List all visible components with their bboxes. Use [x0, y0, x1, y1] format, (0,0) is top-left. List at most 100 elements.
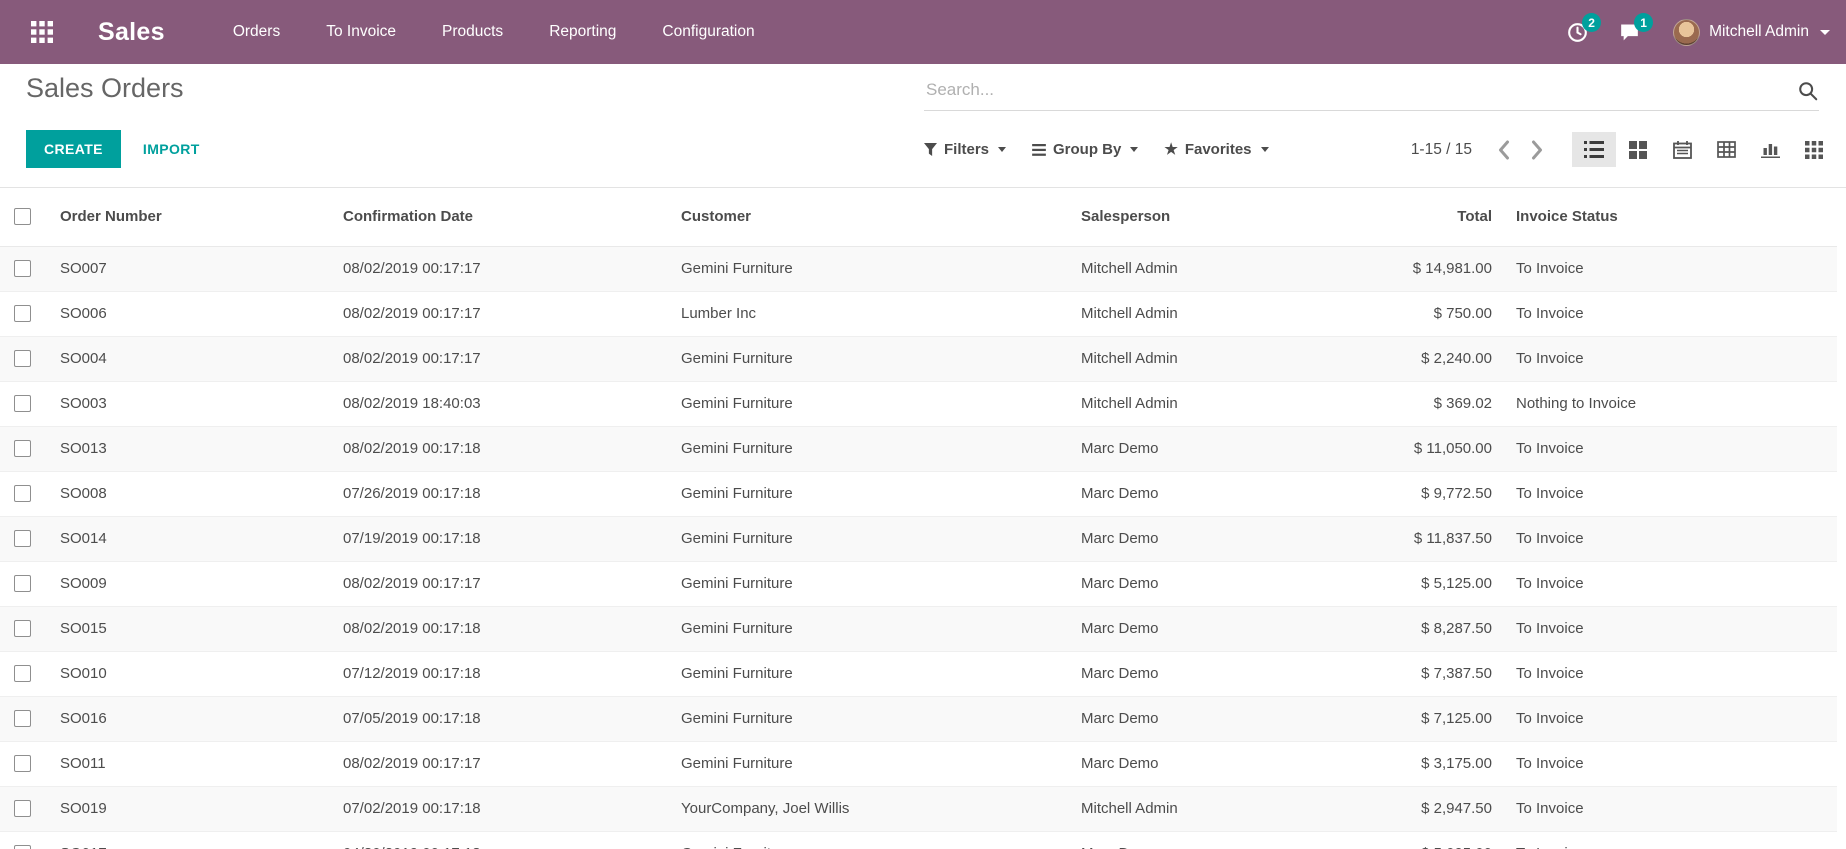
cell-total[interactable]: $ 3,175.00 — [1269, 741, 1504, 786]
cell-invoice-status[interactable]: To Invoice — [1504, 696, 1837, 741]
cell-salesperson[interactable]: Marc Demo — [1069, 831, 1269, 849]
cell-total[interactable]: $ 5,125.00 — [1269, 561, 1504, 606]
cell-total[interactable]: $ 5,095.00 — [1269, 831, 1504, 849]
cell-salesperson[interactable]: Mitchell Admin — [1069, 786, 1269, 831]
cell-customer[interactable]: Gemini Furniture — [669, 831, 1069, 849]
cell-customer[interactable]: Lumber Inc — [669, 291, 1069, 336]
cell-salesperson[interactable]: Marc Demo — [1069, 561, 1269, 606]
activity-view-button[interactable] — [1792, 132, 1836, 167]
cell-confirmation-date[interactable]: 07/02/2019 00:17:18 — [331, 786, 669, 831]
table-row[interactable]: SO00308/02/2019 18:40:03Gemini Furniture… — [0, 381, 1837, 426]
select-all-checkbox[interactable] — [14, 208, 31, 225]
cell-invoice-status[interactable]: To Invoice — [1504, 831, 1837, 849]
favorites-dropdown[interactable]: ★ Favorites — [1164, 141, 1268, 158]
cell-customer[interactable]: Gemini Furniture — [669, 696, 1069, 741]
cell-salesperson[interactable]: Marc Demo — [1069, 696, 1269, 741]
menu-item-orders[interactable]: Orders — [231, 17, 282, 47]
cell-confirmation-date[interactable]: 08/02/2019 00:17:17 — [331, 291, 669, 336]
user-menu[interactable]: Mitchell Admin — [1673, 19, 1830, 46]
table-row[interactable]: SO01907/02/2019 00:17:18YourCompany, Joe… — [0, 786, 1837, 831]
row-checkbox[interactable] — [14, 800, 31, 817]
row-checkbox[interactable] — [14, 350, 31, 367]
cell-invoice-status[interactable]: To Invoice — [1504, 426, 1837, 471]
row-checkbox[interactable] — [14, 845, 31, 849]
messages-button[interactable]: 1 — [1607, 12, 1651, 52]
cell-invoice-status[interactable]: To Invoice — [1504, 606, 1837, 651]
cell-invoice-status[interactable]: To Invoice — [1504, 786, 1837, 831]
menu-item-products[interactable]: Products — [440, 17, 505, 47]
group-by-dropdown[interactable]: Group By — [1032, 141, 1138, 158]
cell-total[interactable]: $ 11,050.00 — [1269, 426, 1504, 471]
cell-salesperson[interactable]: Marc Demo — [1069, 516, 1269, 561]
cell-customer[interactable]: Gemini Furniture — [669, 381, 1069, 426]
table-row[interactable]: SO01607/05/2019 00:17:18Gemini Furniture… — [0, 696, 1837, 741]
menu-item-configuration[interactable]: Configuration — [660, 17, 756, 47]
cell-customer[interactable]: Gemini Furniture — [669, 651, 1069, 696]
column-header-invoice-status[interactable]: Invoice Status — [1504, 188, 1837, 246]
filters-dropdown[interactable]: Filters — [924, 141, 1006, 158]
column-header-salesperson[interactable]: Salesperson — [1069, 188, 1269, 246]
cell-total[interactable]: $ 7,125.00 — [1269, 696, 1504, 741]
cell-salesperson[interactable]: Mitchell Admin — [1069, 291, 1269, 336]
column-header-confirmation-date[interactable]: Confirmation Date — [331, 188, 669, 246]
cell-salesperson[interactable]: Marc Demo — [1069, 426, 1269, 471]
table-row[interactable]: SO01007/12/2019 00:17:18Gemini Furniture… — [0, 651, 1837, 696]
cell-invoice-status[interactable]: To Invoice — [1504, 246, 1837, 291]
cell-order-number[interactable]: SO007 — [48, 246, 331, 291]
cell-order-number[interactable]: SO004 — [48, 336, 331, 381]
cell-order-number[interactable]: SO008 — [48, 471, 331, 516]
search-icon[interactable] — [1797, 80, 1819, 107]
cell-total[interactable]: $ 2,240.00 — [1269, 336, 1504, 381]
cell-total[interactable]: $ 369.02 — [1269, 381, 1504, 426]
cell-customer[interactable]: Gemini Furniture — [669, 336, 1069, 381]
search-input[interactable] — [924, 74, 1819, 111]
cell-order-number[interactable]: SO014 — [48, 516, 331, 561]
row-checkbox[interactable] — [14, 485, 31, 502]
cell-salesperson[interactable]: Mitchell Admin — [1069, 381, 1269, 426]
cell-confirmation-date[interactable]: 07/12/2019 00:17:18 — [331, 651, 669, 696]
cell-confirmation-date[interactable]: 08/02/2019 00:17:18 — [331, 426, 669, 471]
row-checkbox[interactable] — [14, 620, 31, 637]
menu-item-reporting[interactable]: Reporting — [547, 17, 618, 47]
row-checkbox[interactable] — [14, 305, 31, 322]
row-checkbox[interactable] — [14, 575, 31, 592]
row-checkbox[interactable] — [14, 530, 31, 547]
cell-total[interactable]: $ 8,287.50 — [1269, 606, 1504, 651]
row-checkbox[interactable] — [14, 395, 31, 412]
cell-invoice-status[interactable]: Nothing to Invoice — [1504, 381, 1837, 426]
cell-order-number[interactable]: SO015 — [48, 606, 331, 651]
cell-total[interactable]: $ 9,772.50 — [1269, 471, 1504, 516]
calendar-view-button[interactable] — [1660, 132, 1704, 167]
column-header-total[interactable]: Total — [1269, 188, 1504, 246]
cell-total[interactable]: $ 11,837.50 — [1269, 516, 1504, 561]
cell-salesperson[interactable]: Marc Demo — [1069, 606, 1269, 651]
pager-next-button[interactable] — [1520, 133, 1554, 167]
cell-salesperson[interactable]: Marc Demo — [1069, 651, 1269, 696]
list-view-button[interactable] — [1572, 132, 1616, 167]
row-checkbox[interactable] — [14, 665, 31, 682]
menu-item-to-invoice[interactable]: To Invoice — [324, 17, 398, 47]
row-checkbox[interactable] — [14, 710, 31, 727]
graph-view-button[interactable] — [1748, 132, 1792, 167]
cell-customer[interactable]: Gemini Furniture — [669, 561, 1069, 606]
cell-confirmation-date[interactable]: 07/05/2019 00:17:18 — [331, 696, 669, 741]
cell-customer[interactable]: Gemini Furniture — [669, 516, 1069, 561]
cell-order-number[interactable]: SO003 — [48, 381, 331, 426]
cell-confirmation-date[interactable]: 08/02/2019 00:17:17 — [331, 561, 669, 606]
cell-customer[interactable]: Gemini Furniture — [669, 426, 1069, 471]
cell-salesperson[interactable]: Mitchell Admin — [1069, 246, 1269, 291]
row-checkbox[interactable] — [14, 440, 31, 457]
cell-invoice-status[interactable]: To Invoice — [1504, 651, 1837, 696]
cell-salesperson[interactable]: Marc Demo — [1069, 741, 1269, 786]
cell-order-number[interactable]: SO013 — [48, 426, 331, 471]
cell-customer[interactable]: Gemini Furniture — [669, 246, 1069, 291]
cell-invoice-status[interactable]: To Invoice — [1504, 561, 1837, 606]
table-row[interactable]: SO01308/02/2019 00:17:18Gemini Furniture… — [0, 426, 1837, 471]
kanban-view-button[interactable] — [1616, 132, 1660, 167]
cell-invoice-status[interactable]: To Invoice — [1504, 516, 1837, 561]
cell-customer[interactable]: Gemini Furniture — [669, 606, 1069, 651]
cell-salesperson[interactable]: Mitchell Admin — [1069, 336, 1269, 381]
cell-order-number[interactable]: SO006 — [48, 291, 331, 336]
table-row[interactable]: SO01508/02/2019 00:17:18Gemini Furniture… — [0, 606, 1837, 651]
cell-salesperson[interactable]: Marc Demo — [1069, 471, 1269, 516]
